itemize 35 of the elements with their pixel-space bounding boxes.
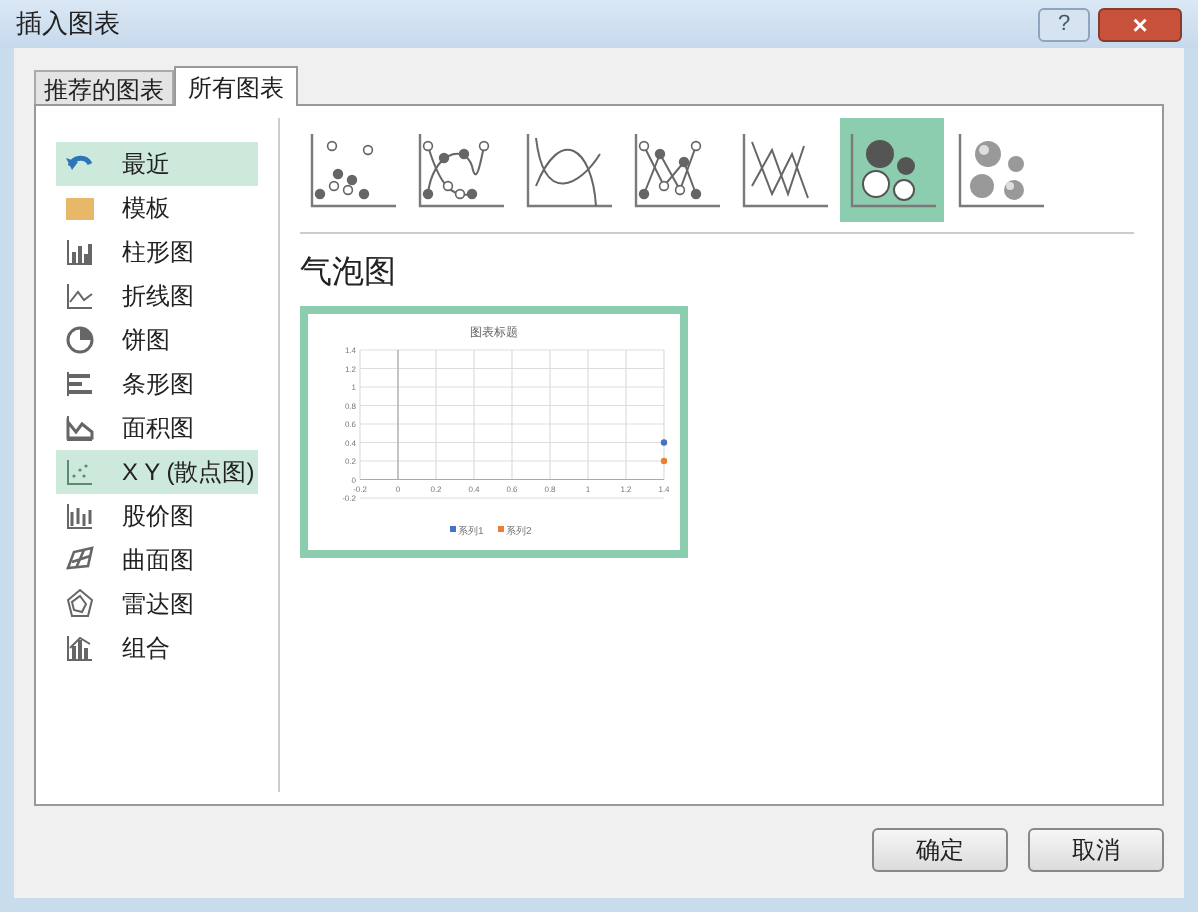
line-chart-icon <box>64 280 96 312</box>
sidebar-item[interactable]: 面积图 <box>56 406 258 450</box>
sidebar-item[interactable]: 条形图 <box>56 362 258 406</box>
close-button[interactable]: × <box>1098 7 1182 41</box>
window-title: 插入图表 <box>16 6 120 43</box>
sidebar-item[interactable]: 柱形图 <box>56 230 258 274</box>
sidebar-item[interactable]: 饼图 <box>56 318 258 362</box>
column-chart-icon <box>64 236 96 268</box>
scatter-chart-icon <box>64 456 96 488</box>
sidebar-item[interactable]: 组合 <box>56 626 258 670</box>
stock-chart-icon <box>64 500 96 532</box>
sidebar-item[interactable]: 折线图 <box>56 274 258 318</box>
bar-chart-icon <box>64 368 96 400</box>
chart-subtype-button[interactable] <box>840 118 944 222</box>
area-chart-icon <box>64 412 96 444</box>
radar-chart-icon <box>64 588 96 620</box>
combo-chart-icon <box>64 632 96 664</box>
cancel-button[interactable]: 取消 <box>1028 828 1164 872</box>
legend-marker <box>450 526 456 532</box>
data-point <box>660 439 668 446</box>
sidebar-item[interactable]: 最近 <box>56 142 258 186</box>
pie-chart-icon <box>64 324 96 356</box>
ok-button[interactable]: 确定 <box>872 828 1008 872</box>
folder-icon <box>64 192 96 224</box>
tab[interactable]: 推荐的图表 <box>34 70 174 104</box>
tab[interactable]: 所有图表 <box>174 66 298 106</box>
data-point <box>660 457 668 465</box>
help-button[interactable]: ? <box>1038 7 1090 41</box>
sidebar-item[interactable]: 曲面图 <box>56 538 258 582</box>
sidebar-item[interactable]: X Y (散点图) <box>56 450 258 494</box>
sidebar-item[interactable]: 模板 <box>56 186 258 230</box>
sidebar-item[interactable]: 雷达图 <box>56 582 258 626</box>
section-title: 气泡图 <box>300 254 398 294</box>
legend-marker <box>498 526 504 532</box>
sidebar-item[interactable]: 股价图 <box>56 494 258 538</box>
